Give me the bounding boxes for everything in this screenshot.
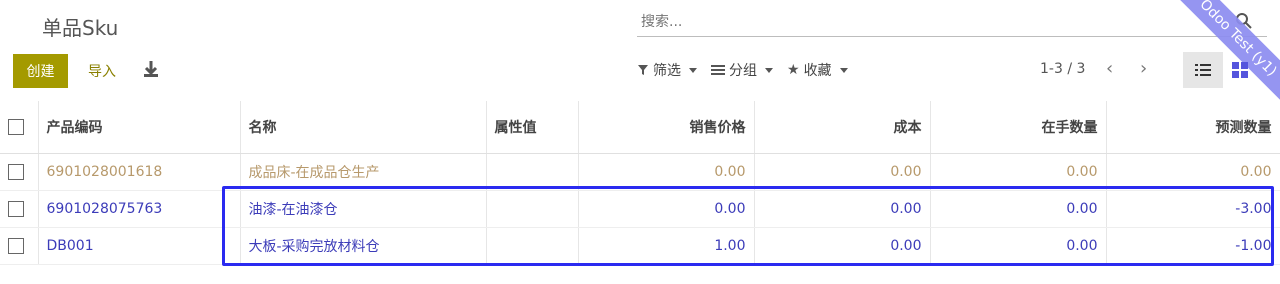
cell-name[interactable]: 大板-采购完放材料仓 [240,227,487,265]
filter-icon [638,65,648,75]
cell-cost[interactable]: 0.00 [754,153,931,191]
column-header[interactable]: 产品编码 [38,101,241,154]
row-checkbox[interactable] [8,201,24,217]
table-header-row: 产品编码 名称 属性值 销售价格 成本 在手数量 预测数量 [0,101,1280,154]
cell-code[interactable]: DB001 [38,227,241,265]
column-header[interactable]: 销售价格 [578,101,755,154]
list-icon [711,65,725,75]
cell-cost[interactable]: 0.00 [754,190,931,228]
column-header[interactable]: 成本 [754,101,931,154]
select-all-checkbox[interactable] [8,119,24,135]
chevron-down-icon [689,67,697,73]
search-bar[interactable] [637,10,1267,37]
page-title: 单品Sku [42,16,119,40]
cell-name[interactable]: 油漆-在油漆仓 [240,190,487,228]
filter-dropdown[interactable]: 筛选 [637,60,697,80]
cell-code[interactable]: 6901028001618 [38,153,241,191]
filter-label: 筛选 [653,63,681,79]
cell-name[interactable]: 成品床-在成品仓生产 [240,153,487,191]
star-icon: ★ [787,62,800,78]
cell-price[interactable]: 0.00 [578,190,755,228]
group-label: 分组 [729,63,757,79]
cell-forecast[interactable]: -3.00 [1106,190,1280,228]
column-header[interactable]: 名称 [240,101,487,154]
search-filters: 筛选 分组 ★ 收藏 [637,60,848,80]
select-all-checkbox-cell[interactable] [0,101,39,154]
cell-onhand[interactable]: 0.00 [930,190,1107,228]
list-view-button[interactable] [1183,52,1223,88]
import-button[interactable]: 导入 [82,60,122,82]
column-header[interactable]: 在手数量 [930,101,1107,154]
table-row[interactable]: DB001 大板-采购完放材料仓 1.00 0.00 0.00 -1.00 [0,227,1280,265]
cell-onhand[interactable]: 0.00 [930,153,1107,191]
favorite-dropdown[interactable]: ★ 收藏 [787,60,848,80]
pager-value[interactable]: 1-3 / 3 [1040,61,1085,77]
create-button[interactable]: 创建 [13,54,68,88]
cell-attr[interactable] [486,153,579,191]
chevron-down-icon [839,67,848,73]
cell-onhand[interactable]: 0.00 [930,227,1107,265]
chevron-down-icon [765,67,773,73]
cell-cost[interactable]: 0.00 [754,227,931,265]
kanban-view-icon[interactable] [1232,62,1248,78]
table-row[interactable]: 6901028001618 成品床-在成品仓生产 0.00 0.00 0.00 … [0,153,1280,191]
column-header[interactable]: 属性值 [486,101,579,154]
table-row[interactable]: 6901028075763 油漆-在油漆仓 0.00 0.00 0.00 -3.… [0,190,1280,228]
cell-price[interactable]: 0.00 [578,153,755,191]
sku-table: 产品编码 名称 属性值 销售价格 成本 在手数量 预测数量 6901028001… [0,101,1280,265]
cell-forecast[interactable]: -1.00 [1106,227,1280,265]
cell-attr[interactable] [486,190,579,228]
pager-next-icon[interactable]: › [1140,58,1147,79]
list-view-icon [1195,64,1211,76]
download-icon[interactable] [140,58,162,80]
group-dropdown[interactable]: 分组 [711,60,773,80]
cell-attr[interactable] [486,227,579,265]
favorite-label: 收藏 [803,63,832,79]
cell-forecast[interactable]: 0.00 [1106,153,1280,191]
cell-code[interactable]: 6901028075763 [38,190,241,228]
row-checkbox[interactable] [8,238,24,254]
row-checkbox[interactable] [8,164,24,180]
cell-price[interactable]: 1.00 [578,227,755,265]
column-header[interactable]: 预测数量 [1106,101,1280,154]
pager-previous-icon[interactable]: ‹ [1106,58,1113,79]
search-input[interactable] [637,10,1201,34]
